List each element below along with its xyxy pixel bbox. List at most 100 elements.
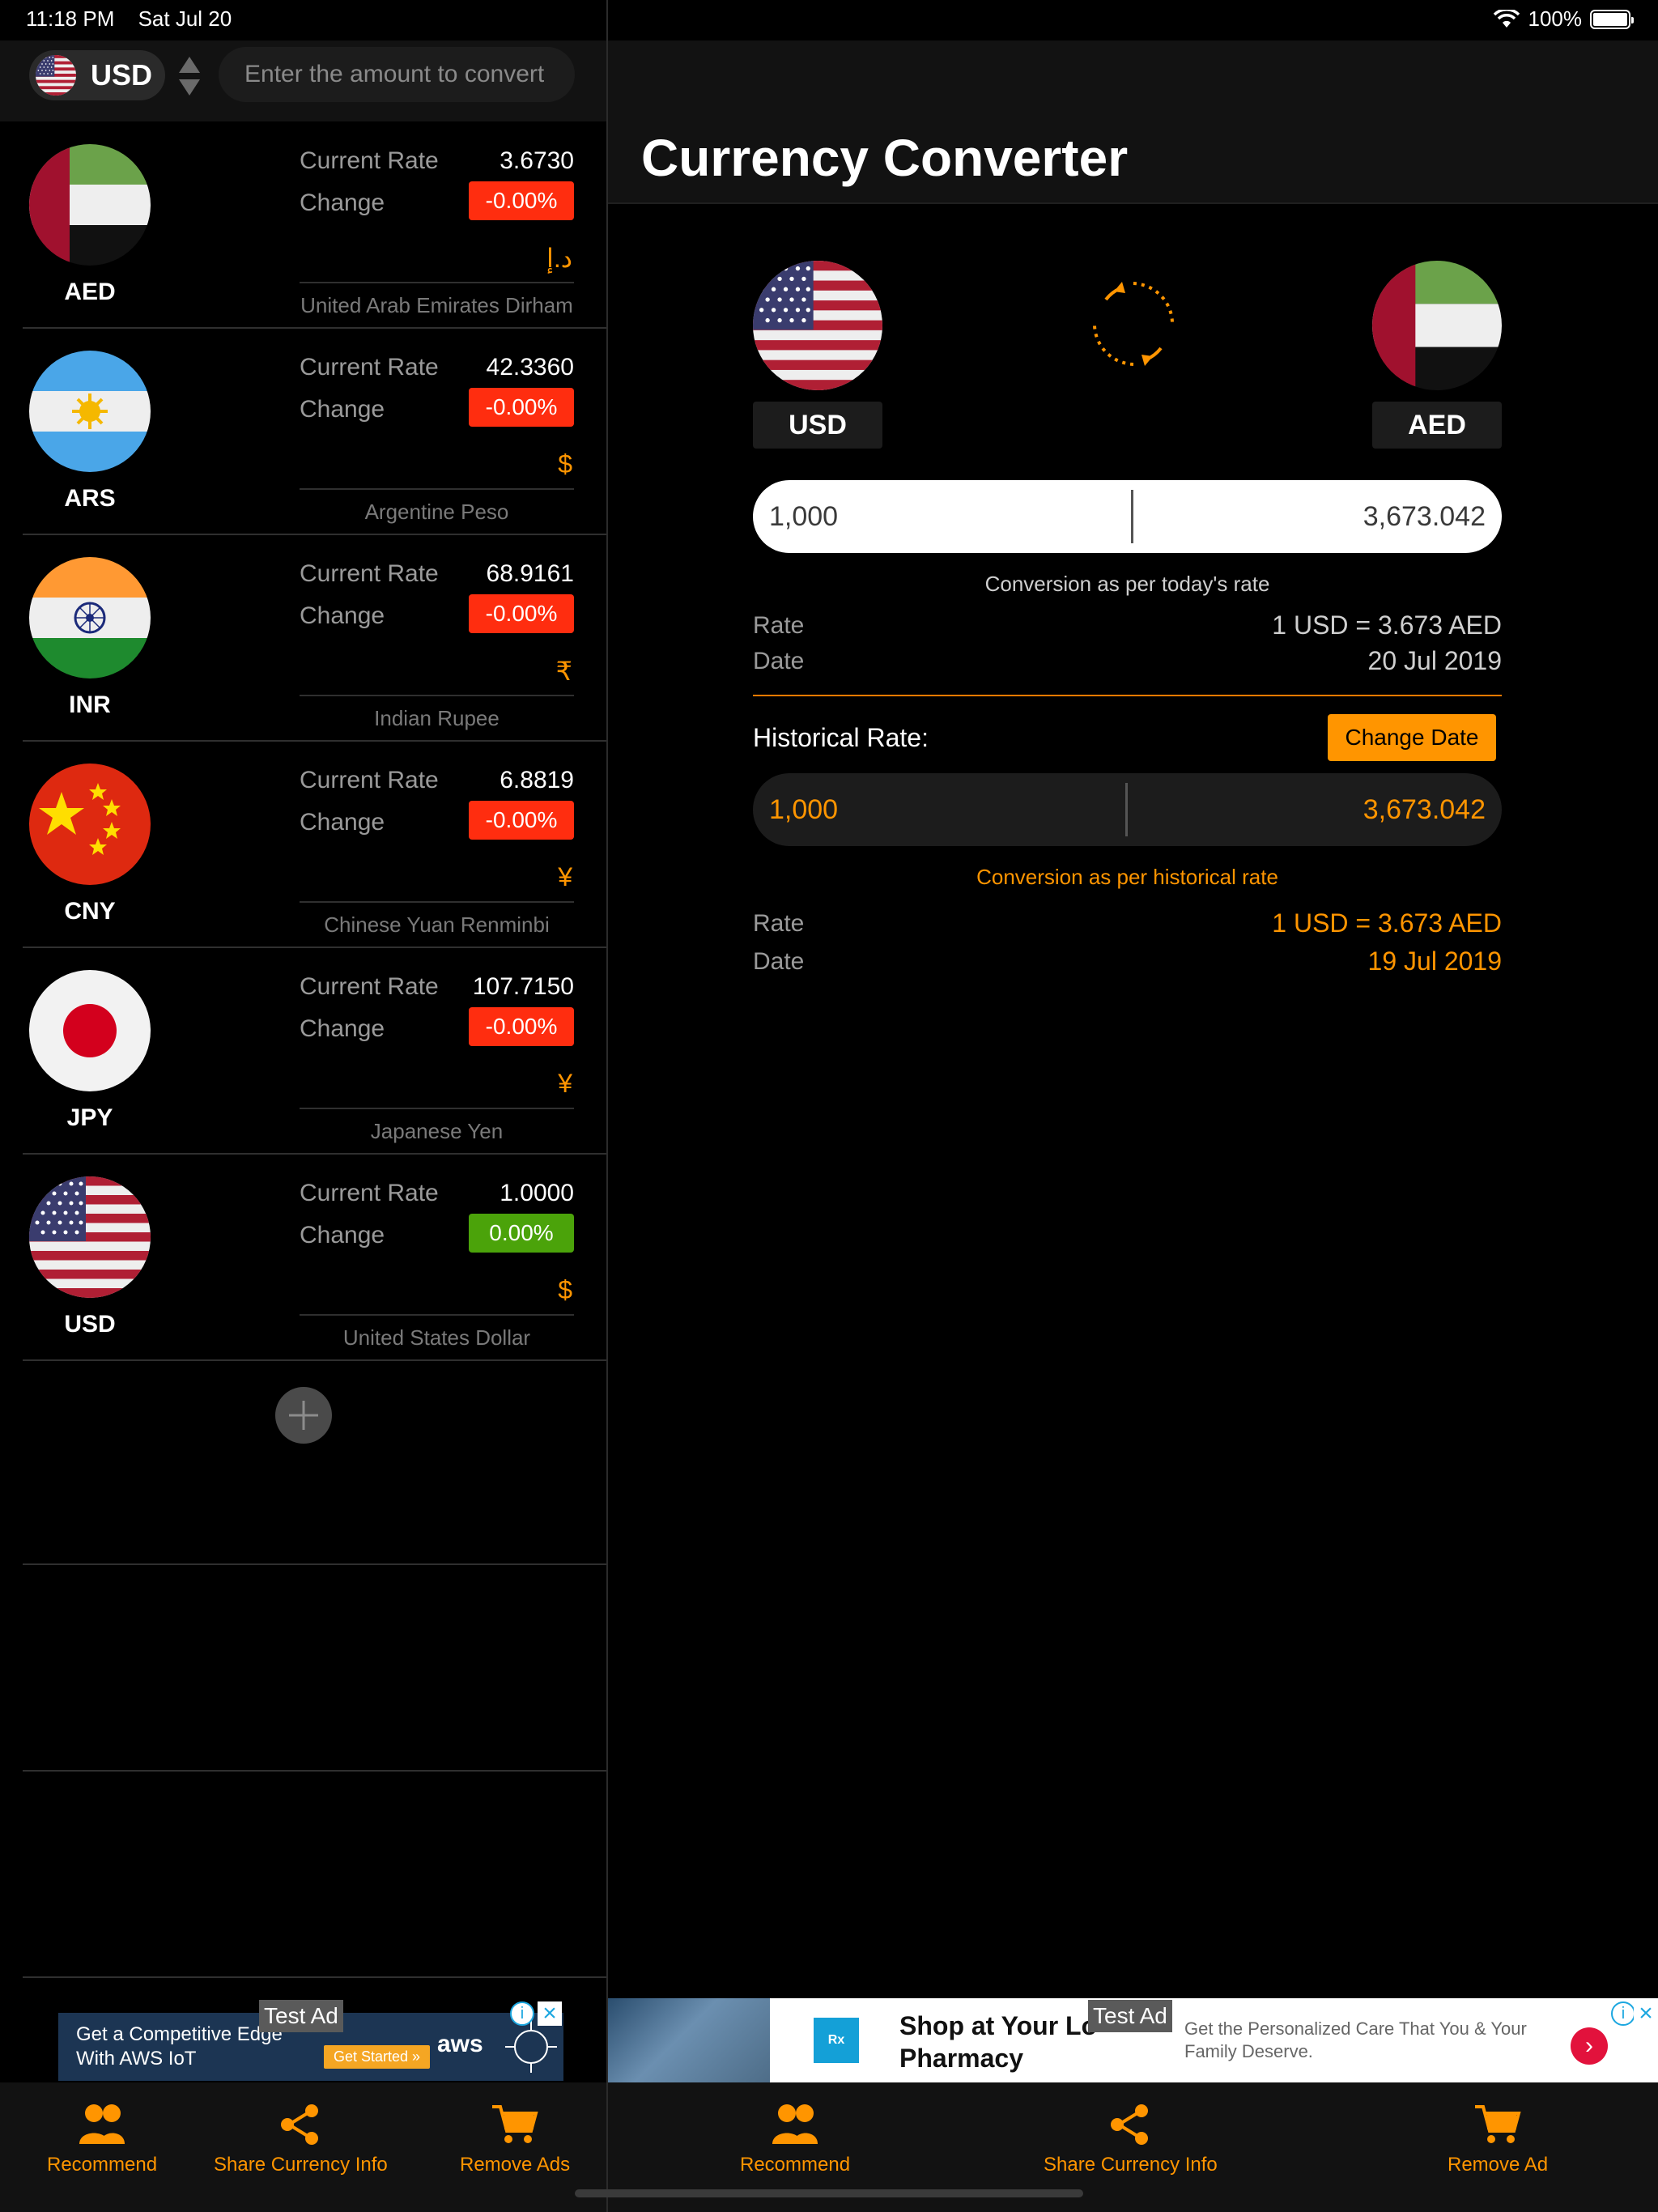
change-badge: -0.00% <box>469 801 574 840</box>
row-separator <box>300 901 574 903</box>
usa-flag-icon <box>36 55 76 96</box>
share-currency-info-button[interactable]: Share Currency Info <box>214 2102 388 2176</box>
today-result: 3,673.042 <box>1363 500 1486 532</box>
status-bar-left: 11:18 PM Sat Jul 20 <box>26 6 249 32</box>
ad-info-icon[interactable]: i <box>510 2001 534 2026</box>
remove-ads-button[interactable]: Remove Ads <box>460 2102 570 2176</box>
empty-row-separator <box>23 1563 606 1565</box>
recommend-button[interactable]: Recommend <box>740 2102 850 2176</box>
recommend-label: Recommend <box>740 2154 851 2176</box>
share-icon <box>276 2102 325 2147</box>
add-currency-button[interactable] <box>275 1387 332 1444</box>
current-rate-label: Current Rate <box>300 973 439 1000</box>
currency-symbol: ¥ <box>558 862 572 891</box>
change-date-button[interactable]: Change Date <box>1328 714 1496 761</box>
empty-row-separator <box>23 1770 606 1772</box>
today-date-value: 20 Jul 2019 <box>1367 646 1502 675</box>
usa-flag-icon <box>29 1176 151 1298</box>
ad-cta-button[interactable]: Get Started » <box>324 2045 431 2069</box>
ad-info-icon[interactable]: i <box>1611 2001 1635 2026</box>
change-badge: -0.00% <box>469 181 574 220</box>
currency-row-aed[interactable]: AED Current Rate 3.6730 Change -0.00% د.… <box>23 123 606 329</box>
ad-brand-logo: aws <box>437 2031 483 2057</box>
swap-currencies-icon[interactable] <box>1085 275 1182 372</box>
sort-arrows-icon[interactable] <box>178 55 201 97</box>
people-icon <box>78 2102 126 2147</box>
current-rate-value: 42.3360 <box>486 354 574 381</box>
currency-code: CNY <box>64 898 116 925</box>
currency-code: AED <box>64 279 116 305</box>
ad-arrow-button[interactable]: › <box>1571 2027 1608 2065</box>
change-label: Change <box>300 189 385 216</box>
currency-row-usd[interactable]: USD Current Rate 1.0000 Change 0.00% $ U… <box>23 1155 606 1361</box>
home-indicator[interactable] <box>575 2189 1083 2197</box>
change-label: Change <box>300 602 385 629</box>
wifi-icon <box>1493 9 1520 28</box>
share-currency-info-button[interactable]: Share Currency Info <box>1044 2102 1218 2176</box>
change-label: Change <box>300 396 385 423</box>
historical-conversion-field[interactable]: 1,000 3,673.042 <box>753 773 1502 846</box>
historical-rate-title: Historical Rate: <box>753 723 929 752</box>
share-icon <box>1106 2102 1154 2147</box>
change-badge: 0.00% <box>469 1214 574 1253</box>
to-currency-button[interactable]: AED <box>1372 402 1502 449</box>
status-bar-right: 100% <box>1493 6 1634 32</box>
currency-row-cny[interactable]: CNY Current Rate 6.8819 Change -0.00% ¥ … <box>23 742 606 948</box>
field-separator <box>1125 783 1128 836</box>
ad-storefront-image <box>608 1998 770 2082</box>
row-separator <box>300 282 574 283</box>
argentina-flag-icon <box>29 351 151 472</box>
currency-row-ars[interactable]: ARS Current Rate 42.3360 Change -0.00% $… <box>23 330 606 535</box>
share-label: Share Currency Info <box>1044 2154 1218 2176</box>
historical-amount[interactable]: 1,000 <box>769 773 838 846</box>
ad-text: Get a Competitive Edge With AWS IoT <box>76 2023 283 2069</box>
today-conversion-field[interactable]: 1,000 3,673.042 <box>753 480 1502 553</box>
row-separator <box>300 488 574 490</box>
currency-name: Japanese Yen <box>370 1119 504 1143</box>
current-rate-label: Current Rate <box>300 1180 439 1206</box>
historical-date-label: Date <box>753 948 805 975</box>
recommend-button[interactable]: Recommend <box>47 2102 157 2176</box>
current-rate-label: Current Rate <box>300 767 439 793</box>
currency-symbol: $ <box>558 1275 572 1304</box>
currency-code: USD <box>64 1311 116 1338</box>
share-label: Share Currency Info <box>214 2154 388 2176</box>
currency-name: Argentine Peso <box>364 500 509 524</box>
from-currency-button[interactable]: USD <box>753 402 882 449</box>
change-label: Change <box>300 1015 385 1042</box>
current-rate-label: Current Rate <box>300 560 439 587</box>
india-flag-icon <box>29 557 151 678</box>
currency-code: ARS <box>64 485 116 512</box>
today-amount[interactable]: 1,000 <box>769 480 838 553</box>
currency-row-jpy[interactable]: JPY Current Rate 107.7150 Change -0.00% … <box>23 949 606 1155</box>
test-ad-label: Test Ad <box>1088 2000 1172 2032</box>
ad-headline: Shop at Your Lo Pharmacy <box>899 2011 1098 2073</box>
amount-input[interactable] <box>219 47 575 102</box>
row-separator <box>300 1108 574 1109</box>
cart-icon <box>1473 2102 1522 2147</box>
currency-name: Chinese Yuan Renminbi <box>324 912 550 937</box>
today-date-label: Date <box>753 648 805 674</box>
ad-close-icon[interactable]: × <box>538 2000 562 2027</box>
usa-flag-icon[interactable] <box>753 261 882 390</box>
ad-close-icon[interactable]: × <box>1634 2000 1658 2027</box>
currency-code: INR <box>69 691 111 718</box>
uae-flag-icon[interactable] <box>1372 261 1502 390</box>
change-badge: -0.00% <box>469 388 574 427</box>
current-rate-label: Current Rate <box>300 354 439 381</box>
base-currency-code: USD <box>91 58 153 91</box>
remove-ad-label: Remove Ad <box>1448 2154 1549 2176</box>
change-label: Change <box>300 1222 385 1249</box>
row-separator <box>300 1314 574 1316</box>
remove-ad-button[interactable]: Remove Ad <box>1448 2102 1548 2176</box>
current-rate-value: 107.7150 <box>472 973 574 1000</box>
base-currency-selector[interactable]: USD <box>29 50 165 100</box>
historical-caption: Conversion as per historical rate <box>976 865 1278 889</box>
people-icon <box>771 2102 819 2147</box>
change-label: Change <box>300 809 385 836</box>
currency-symbol: ¥ <box>558 1069 572 1098</box>
currency-row-inr[interactable]: INR Current Rate 68.9161 Change -0.00% ₹… <box>23 536 606 742</box>
currency-code: JPY <box>66 1104 113 1131</box>
today-rate-value: 1 USD = 3.673 AED <box>1272 610 1502 640</box>
section-divider <box>753 695 1502 696</box>
